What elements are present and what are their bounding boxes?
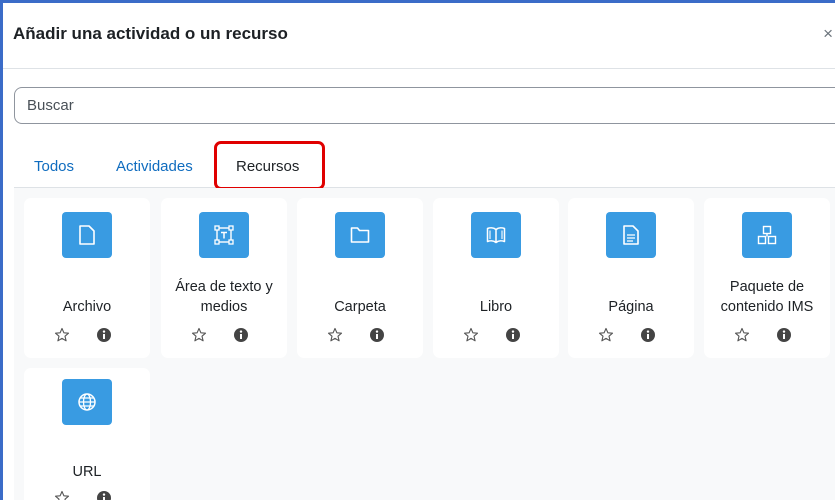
resource-name: Paquete de contenido IMS	[720, 279, 814, 315]
tab-todos[interactable]: Todos	[34, 158, 74, 175]
info-icon[interactable]	[96, 327, 112, 343]
info-icon[interactable]	[96, 490, 112, 500]
tab-actividades[interactable]: Actividades	[116, 158, 193, 175]
resource-card-carpeta[interactable]: Carpeta	[297, 198, 423, 358]
text-area-icon	[199, 212, 249, 258]
star-icon[interactable]	[327, 327, 343, 343]
info-icon[interactable]	[505, 327, 521, 343]
star-icon[interactable]	[54, 490, 70, 500]
resource-card-url[interactable]: URL	[24, 368, 150, 500]
resource-card-paquete-ims[interactable]: Paquete de contenido IMS	[704, 198, 830, 358]
add-activity-modal: Añadir una actividad o un recurso × Todo…	[0, 0, 835, 500]
star-icon[interactable]	[191, 327, 207, 343]
close-button[interactable]: ×	[823, 25, 833, 42]
resource-grid: Archivo Área de texto y medios Carpeta L…	[14, 188, 835, 500]
info-icon[interactable]	[776, 327, 792, 343]
resource-card-archivo[interactable]: Archivo	[24, 198, 150, 358]
tab-highlight-annotation	[214, 141, 325, 190]
page-icon	[606, 212, 656, 258]
book-icon	[471, 212, 521, 258]
star-icon[interactable]	[463, 327, 479, 343]
resource-card-pagina[interactable]: Página	[568, 198, 694, 358]
resource-name: Archivo	[62, 299, 112, 315]
search-input[interactable]	[14, 87, 835, 124]
modal-title: Añadir una actividad o un recurso	[13, 24, 288, 43]
globe-icon	[62, 379, 112, 425]
resource-name: Página	[608, 299, 654, 315]
resource-name: URL	[72, 464, 102, 480]
resource-name: Carpeta	[334, 299, 386, 315]
info-icon[interactable]	[640, 327, 656, 343]
ims-package-icon	[742, 212, 792, 258]
resource-name: Libro	[479, 299, 513, 315]
star-icon[interactable]	[598, 327, 614, 343]
resource-card-libro[interactable]: Libro	[433, 198, 559, 358]
modal-header: Añadir una actividad o un recurso ×	[3, 3, 835, 69]
folder-icon	[335, 212, 385, 258]
star-icon[interactable]	[734, 327, 750, 343]
resource-card-area-texto[interactable]: Área de texto y medios	[161, 198, 287, 358]
star-icon[interactable]	[54, 327, 70, 343]
resource-name: Área de texto y medios	[175, 279, 273, 315]
file-icon	[62, 212, 112, 258]
info-icon[interactable]	[233, 327, 249, 343]
tab-bar: Todos Actividades Recursos	[14, 143, 835, 188]
info-icon[interactable]	[369, 327, 385, 343]
